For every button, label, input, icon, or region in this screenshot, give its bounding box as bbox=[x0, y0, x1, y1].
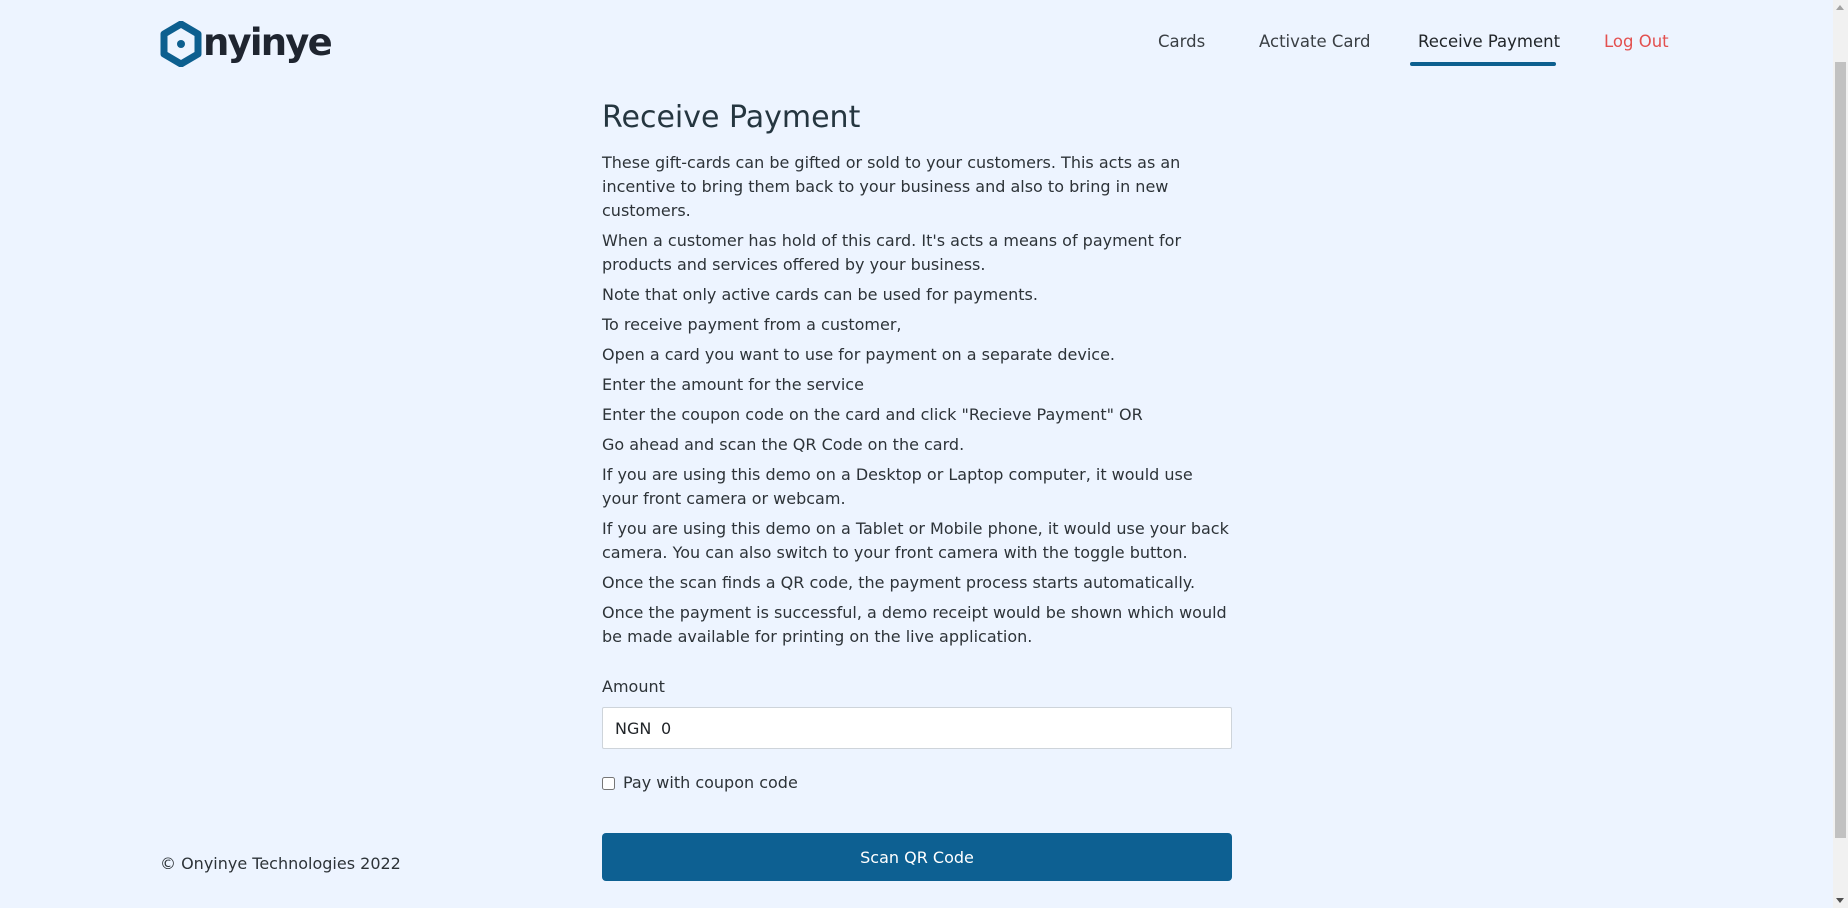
footer-copyright: © Onyinye Technologies 2022 bbox=[160, 854, 401, 873]
instruction-paragraph: Enter the amount for the service bbox=[602, 375, 864, 394]
coupon-option[interactable]: Pay with coupon code bbox=[602, 771, 1232, 795]
pay-with-coupon-label: Pay with coupon code bbox=[623, 773, 798, 792]
vertical-scrollbar[interactable] bbox=[1833, 0, 1848, 908]
instructions: These gift-cards can be gifted or sold t… bbox=[602, 151, 1232, 649]
scrollbar-thumb[interactable] bbox=[1835, 62, 1846, 838]
currency-prefix: NGN bbox=[615, 718, 652, 738]
instruction-paragraph: Once the payment is successful, a demo r… bbox=[602, 603, 1227, 646]
page-title: Receive Payment bbox=[602, 100, 861, 135]
nav-item-log-out[interactable]: Log Out bbox=[1604, 28, 1669, 56]
nav-item-activate-card[interactable]: Activate Card bbox=[1259, 28, 1370, 56]
instruction-paragraph: Enter the coupon code on the card and cl… bbox=[602, 405, 1143, 424]
nav-item-receive-payment[interactable]: Receive Payment bbox=[1418, 28, 1560, 56]
instruction-paragraph: Open a card you want to use for payment … bbox=[602, 345, 1115, 364]
instruction-paragraph: Go ahead and scan the QR Code on the car… bbox=[602, 435, 965, 454]
header: nyinye Cards Activate Card Receive Payme… bbox=[0, 0, 1833, 84]
instruction-paragraph: Once the scan finds a QR code, the payme… bbox=[602, 573, 1196, 592]
main-nav: Cards Activate Card Receive Payment Log … bbox=[0, 0, 1833, 84]
amount-input-group: NGN bbox=[602, 707, 1232, 749]
amount-input[interactable] bbox=[653, 709, 1231, 747]
instruction-paragraph: If you are using this demo on a Desktop … bbox=[602, 465, 1193, 508]
scan-qr-code-button[interactable]: Scan QR Code bbox=[602, 833, 1232, 881]
nav-item-cards[interactable]: Cards bbox=[1158, 28, 1205, 56]
active-tab-indicator bbox=[1410, 62, 1556, 66]
scroll-down-arrow-icon[interactable] bbox=[1836, 898, 1844, 903]
instruction-paragraph: If you are using this demo on a Tablet o… bbox=[602, 519, 1229, 562]
instruction-paragraph: Note that only active cards can be used … bbox=[602, 285, 1038, 304]
pay-with-coupon-checkbox[interactable] bbox=[602, 776, 615, 790]
receive-payment-section: Receive Payment These gift-cards can be … bbox=[602, 96, 1232, 881]
instruction-paragraph: These gift-cards can be gifted or sold t… bbox=[602, 153, 1181, 220]
scroll-up-arrow-icon[interactable] bbox=[1836, 5, 1844, 10]
instruction-paragraph: When a customer has hold of this card. I… bbox=[602, 231, 1182, 274]
amount-label: Amount bbox=[602, 677, 665, 696]
instruction-paragraph: To receive payment from a customer, bbox=[602, 315, 902, 334]
